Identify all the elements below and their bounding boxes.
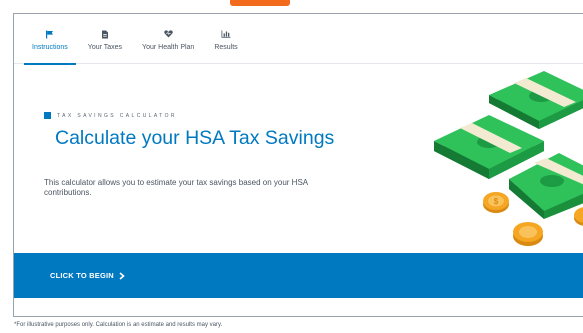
tab-results[interactable]: Results [204,14,247,64]
tab-label: Results [214,44,238,51]
bar-chart-icon [221,28,231,40]
tab-label: Instructions [32,44,68,51]
money-stack-illustration: $ [434,71,583,246]
flag-icon [45,28,54,40]
hero-section: TAX SAVINGS CALCULATOR Calculate your HS… [14,65,583,253]
page-title: Calculate your HSA Tax Savings [55,127,335,149]
svg-text:$: $ [494,197,499,206]
coin-2 [513,222,543,246]
heart-icon [163,28,173,40]
page-description: This calculator allows you to estimate y… [44,178,308,197]
kicker-text: TAX SAVINGS CALCULATOR [57,112,177,119]
coin-3 [574,207,583,226]
coin-1: $ [483,192,509,213]
kicker: TAX SAVINGS CALCULATOR [44,112,177,119]
kicker-square-icon [44,112,51,119]
tab-bar: Instructions Your Taxes Your Health Plan… [14,14,583,65]
document-icon [101,28,109,40]
top-accent-bar [230,0,290,6]
bill-stack-top [489,71,583,129]
cta-label: CLICK TO BEGIN [50,271,114,280]
calculator-frame: Instructions Your Taxes Your Health Plan… [13,13,583,317]
tab-label: Your Taxes [87,44,123,51]
disclaimer-footnote: *For illustrative purposes only. Calcula… [14,322,223,328]
tab-instructions[interactable]: Instructions [22,14,78,65]
tab-your-taxes[interactable]: Your Taxes [78,14,132,64]
page: Instructions Your Taxes Your Health Plan… [0,0,583,333]
chevron-right-icon [119,271,125,280]
tab-label: Your Health Plan [142,44,195,51]
click-to-begin-button[interactable]: CLICK TO BEGIN [14,253,583,298]
tab-your-health-plan[interactable]: Your Health Plan [132,14,204,64]
